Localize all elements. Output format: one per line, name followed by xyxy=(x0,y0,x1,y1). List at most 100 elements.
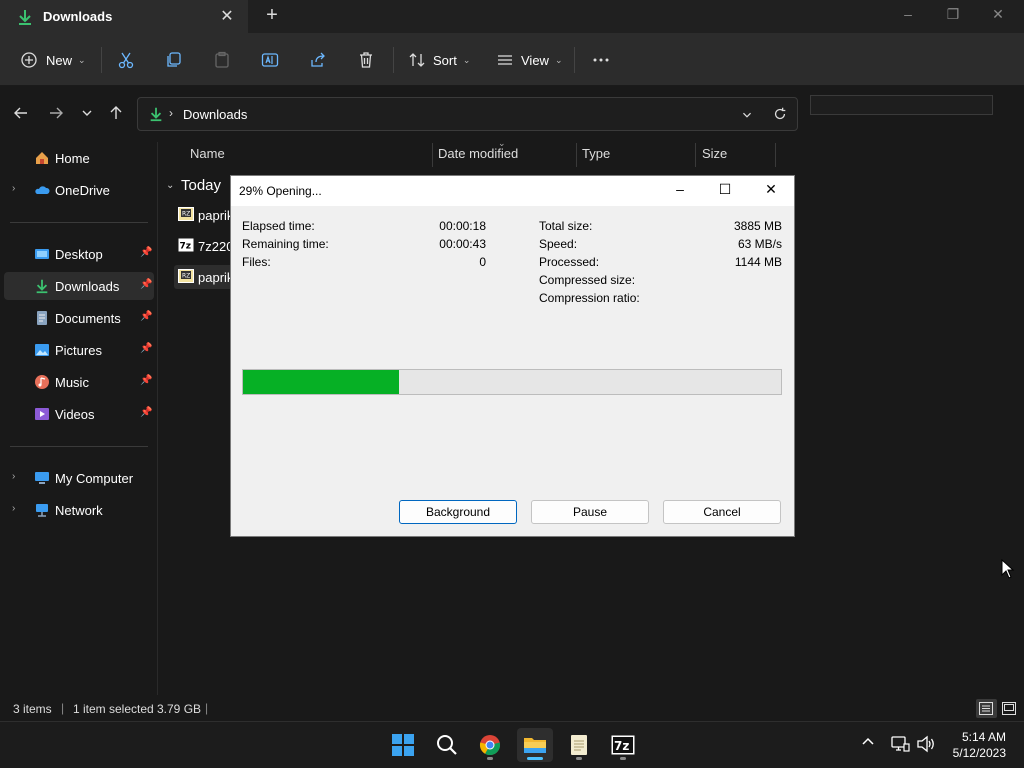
cut-button[interactable] xyxy=(117,47,135,73)
tiles-view-button[interactable] xyxy=(999,699,1020,718)
computer-icon xyxy=(35,472,49,484)
sort-button[interactable]: Sort ⌄ xyxy=(408,47,470,73)
close-tab-icon[interactable]: ✕ xyxy=(218,6,236,25)
background-button[interactable]: Background xyxy=(399,500,517,524)
copy-button[interactable] xyxy=(165,47,183,73)
tiles-view-icon xyxy=(1002,702,1016,715)
file-row[interactable]: RZ paprik xyxy=(174,203,234,227)
divider xyxy=(101,47,102,73)
pin-icon[interactable]: 📌 xyxy=(140,343,152,355)
file-row-selected[interactable]: RZ paprik xyxy=(174,265,234,289)
close-window-button[interactable]: ✕ xyxy=(988,6,1008,26)
new-tab-button[interactable]: + xyxy=(262,5,282,25)
view-button[interactable]: View ⌄ xyxy=(496,47,563,73)
pin-icon[interactable]: 📌 xyxy=(140,279,152,291)
desktop-icon xyxy=(35,249,49,259)
new-button[interactable]: New ⌄ xyxy=(20,47,86,73)
chevron-down-icon[interactable] xyxy=(739,107,755,123)
sidebar-item-network[interactable]: › Network xyxy=(4,496,154,524)
sidebar-item-label: Desktop xyxy=(55,247,103,262)
forward-button[interactable] xyxy=(46,104,66,124)
address-bar[interactable]: › Downloads xyxy=(137,97,798,131)
dialog-minimize-button[interactable]: – xyxy=(670,181,690,201)
navigation-pane: Home › OneDrive Desktop 📌 Downloads 📌 Do… xyxy=(0,142,158,695)
sidebar-item-videos[interactable]: Videos 📌 xyxy=(4,400,154,428)
pin-icon[interactable]: 📌 xyxy=(140,375,152,387)
column-divider[interactable] xyxy=(576,143,577,167)
search-input[interactable] xyxy=(810,95,993,115)
sidebar-item-label: My Computer xyxy=(55,471,134,486)
volume-icon[interactable] xyxy=(916,735,936,753)
up-button[interactable] xyxy=(106,104,126,124)
paste-button[interactable] xyxy=(213,47,231,73)
chevron-right-icon[interactable]: › xyxy=(12,471,15,482)
chevron-right-icon[interactable]: › xyxy=(12,503,15,514)
pause-button[interactable]: Pause xyxy=(531,500,649,524)
file-row[interactable]: 7z 7z2201 xyxy=(174,234,234,258)
rename-button[interactable] xyxy=(261,47,279,73)
total-size-label: Total size: xyxy=(539,219,593,233)
chevron-right-icon[interactable]: › xyxy=(12,183,15,194)
back-button[interactable] xyxy=(11,104,31,124)
column-header-type[interactable]: Type xyxy=(582,146,610,168)
network-icon xyxy=(36,504,48,517)
elapsed-time-value: 00:00:18 xyxy=(439,219,486,233)
sidebar-item-home[interactable]: Home xyxy=(4,144,154,172)
arrow-left-icon xyxy=(14,107,27,119)
sidebar-item-music[interactable]: Music 📌 xyxy=(4,368,154,396)
command-bar: New ⌄ Sort ⌄ View ⌄ xyxy=(0,33,1024,86)
share-button[interactable] xyxy=(309,47,327,73)
more-options-button[interactable] xyxy=(592,47,610,73)
sidebar-item-onedrive[interactable]: › OneDrive xyxy=(4,176,154,204)
dialog-maximize-button[interactable]: ☐ xyxy=(715,181,735,201)
column-divider[interactable] xyxy=(695,143,696,167)
status-bar: 3 items | 1 item selected 3.79 GB | xyxy=(0,695,1024,721)
dialog-title-bar[interactable]: 29% Opening... – ☐ ✕ xyxy=(231,176,794,206)
7zip-app[interactable]: 7z xyxy=(605,728,641,762)
dialog-close-button[interactable]: ✕ xyxy=(761,181,781,201)
column-divider[interactable] xyxy=(775,143,776,167)
elapsed-time-label: Elapsed time: xyxy=(242,219,315,233)
chevron-up-icon[interactable] xyxy=(861,735,875,752)
clock[interactable]: 5:14 AM 5/12/2023 xyxy=(953,729,1006,761)
sidebar-item-pictures[interactable]: Pictures 📌 xyxy=(4,336,154,364)
remaining-time-label: Remaining time: xyxy=(242,237,329,251)
sidebar-item-my-computer[interactable]: › My Computer xyxy=(4,464,154,492)
chevron-down-icon[interactable]: ⌄ xyxy=(166,180,174,191)
column-header-name[interactable]: Name xyxy=(190,146,225,168)
restore-button[interactable]: ❐ xyxy=(943,6,963,26)
sidebar-item-documents[interactable]: Documents 📌 xyxy=(4,304,154,332)
sidebar-divider xyxy=(10,222,148,223)
search-button[interactable] xyxy=(429,728,465,762)
file-name: paprik xyxy=(198,208,234,223)
details-view-button[interactable] xyxy=(976,699,997,718)
cancel-button[interactable]: Cancel xyxy=(663,500,781,524)
chrome-app[interactable] xyxy=(472,728,508,762)
pin-icon[interactable]: 📌 xyxy=(140,247,152,259)
pin-icon[interactable]: 📌 xyxy=(140,311,152,323)
scissors-icon xyxy=(118,52,134,69)
network-icon[interactable] xyxy=(890,735,910,753)
sidebar-item-desktop[interactable]: Desktop 📌 xyxy=(4,240,154,268)
divider xyxy=(393,47,394,73)
refresh-icon[interactable] xyxy=(772,106,788,122)
column-divider[interactable] xyxy=(432,143,433,167)
notepad-app[interactable] xyxy=(561,728,597,762)
column-header-size[interactable]: Size xyxy=(702,146,727,168)
status-divider: | xyxy=(205,701,209,715)
breadcrumb-downloads[interactable]: Downloads xyxy=(183,107,247,122)
recent-locations-button[interactable] xyxy=(77,104,97,124)
group-header-today[interactable]: Today xyxy=(181,177,221,194)
minimize-button[interactable]: – xyxy=(898,6,918,26)
pin-icon[interactable]: 📌 xyxy=(140,407,152,419)
delete-button[interactable] xyxy=(357,47,375,73)
svg-text:RZ: RZ xyxy=(182,273,190,280)
details-view-icon xyxy=(979,702,993,715)
compression-ratio-label: Compression ratio: xyxy=(539,291,640,305)
start-button[interactable] xyxy=(385,728,421,762)
column-header-date-modified[interactable]: Date modified xyxy=(438,146,518,168)
sidebar-item-downloads[interactable]: Downloads 📌 xyxy=(4,272,154,300)
tab-downloads[interactable]: Downloads ✕ xyxy=(0,0,248,33)
file-explorer-app[interactable] xyxy=(517,728,553,762)
status-divider: | xyxy=(61,701,65,715)
